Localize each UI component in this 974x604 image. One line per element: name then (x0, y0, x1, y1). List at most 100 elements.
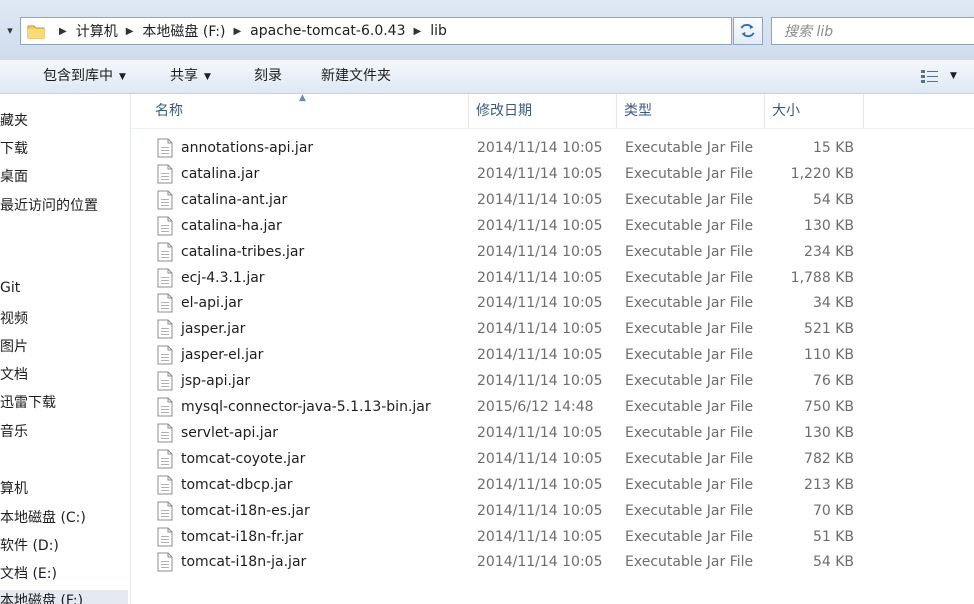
jar-file-icon (157, 475, 173, 495)
column-header-row: ▲ 名称 修改日期 类型 大小 (131, 94, 974, 129)
search-box[interactable] (771, 17, 974, 45)
jar-file-icon (157, 164, 173, 184)
recent-pages-chevron-icon[interactable]: ▾ (0, 20, 20, 42)
file-date-modified: 2014/11/14 10:05 (477, 243, 603, 260)
breadcrumb: ▶ 计算机 ▶ 本地磁盘 (F:) ▶ apache-tomcat-6.0.43… (51, 18, 447, 44)
file-name[interactable]: annotations-api.jar (181, 135, 313, 161)
nav-item-drive-e[interactable]: 文档 (E:) (0, 563, 57, 583)
file-date-modified: 2014/11/14 10:05 (477, 424, 603, 441)
file-name[interactable]: catalina.jar (181, 161, 259, 187)
new-folder-button[interactable]: 新建文件夹 (321, 60, 391, 93)
nav-item-git[interactable]: Git (0, 280, 20, 296)
table-row[interactable]: tomcat-coyote.jar 2014/11/14 10:05 Executa… (131, 446, 974, 472)
burn-button[interactable]: 刻录 (254, 60, 282, 93)
table-row[interactable]: tomcat-dbcp.jar 2014/11/14 10:05 Executabl… (131, 472, 974, 498)
view-options-chevron-icon[interactable]: ▼ (950, 60, 957, 93)
breadcrumb-drive-f[interactable]: 本地磁盘 (F:) (142, 21, 225, 41)
table-row[interactable]: el-api.jar 2014/11/14 10:05 Executable Jar… (131, 290, 974, 316)
file-size: 234 KB (804, 243, 854, 260)
jar-file-icon (157, 371, 173, 391)
table-row[interactable]: catalina-ant.jar 2014/11/14 10:05 Executab… (131, 187, 974, 213)
nav-item-computer[interactable]: 算机 (0, 478, 28, 498)
breadcrumb-separator-icon[interactable]: ▶ (414, 26, 422, 37)
refresh-button[interactable] (733, 17, 763, 45)
table-row[interactable]: catalina.jar 2014/11/14 10:05 Executable J… (131, 161, 974, 187)
nav-item-favorites[interactable]: 藏夹 (0, 110, 28, 130)
file-date-modified: 2014/11/14 10:05 (477, 502, 603, 519)
file-size: 76 KB (812, 373, 854, 390)
nav-item-videos[interactable]: 视频 (0, 308, 28, 328)
file-name[interactable]: tomcat-i18n-ja.jar (181, 549, 306, 575)
table-row[interactable]: tomcat-i18n-ja.jar 2014/11/14 10:05 Execut… (131, 549, 974, 575)
file-name[interactable]: tomcat-dbcp.jar (181, 472, 293, 498)
nav-item-music[interactable]: 音乐 (0, 421, 28, 441)
file-name[interactable]: ecj-4.3.1.jar (181, 265, 265, 291)
breadcrumb-lib[interactable]: lib (430, 23, 447, 39)
nav-item-desktop[interactable]: 桌面 (0, 166, 28, 186)
jar-file-icon (157, 345, 173, 365)
file-name[interactable]: catalina-ant.jar (181, 187, 287, 213)
breadcrumb-computer[interactable]: 计算机 (76, 21, 118, 41)
nav-item-thunder-downloads[interactable]: 迅雷下载 (0, 392, 56, 412)
file-name[interactable]: tomcat-coyote.jar (181, 446, 305, 472)
folder-icon (27, 25, 45, 39)
table-row[interactable]: jasper-el.jar 2014/11/14 10:05 Executable … (131, 342, 974, 368)
file-size: 130 KB (804, 217, 854, 234)
share-button[interactable]: 共享 ▼ (170, 60, 211, 93)
file-name[interactable]: tomcat-i18n-fr.jar (181, 524, 303, 550)
refresh-icon (740, 23, 755, 38)
breadcrumb-separator-icon[interactable]: ▶ (126, 26, 134, 37)
file-name[interactable]: jsp-api.jar (181, 368, 250, 394)
file-name[interactable]: mysql-connector-java-5.1.13-bin.jar (181, 394, 431, 420)
breadcrumb-separator-icon[interactable]: ▶ (233, 26, 241, 37)
nav-item-downloads[interactable]: 下载 (0, 138, 28, 158)
nav-item-documents[interactable]: 文档 (0, 364, 28, 384)
table-row[interactable]: jasper.jar 2014/11/14 10:05 Executable Jar… (131, 316, 974, 342)
table-row[interactable]: catalina-ha.jar 2014/11/14 10:05 Executabl… (131, 213, 974, 239)
breadcrumb-separator-icon[interactable]: ▶ (59, 26, 67, 37)
file-date-modified: 2014/11/14 10:05 (477, 347, 603, 364)
file-date-modified: 2014/11/14 10:05 (477, 217, 603, 234)
search-input[interactable] (782, 19, 946, 45)
file-name[interactable]: catalina-ha.jar (181, 213, 282, 239)
file-name[interactable]: servlet-api.jar (181, 420, 278, 446)
file-list-pane: ▲ 名称 修改日期 类型 大小 annotations-api.jar 2014/… (131, 94, 974, 604)
table-row[interactable]: mysql-connector-java-5.1.13-bin.jar 2015/… (131, 394, 974, 420)
address-box[interactable]: ▶ 计算机 ▶ 本地磁盘 (F:) ▶ apache-tomcat-6.0.43… (20, 17, 746, 45)
table-row[interactable]: annotations-api.jar 2014/11/14 10:05 Execu… (131, 135, 974, 161)
column-header-date-modified[interactable]: 修改日期 (469, 94, 617, 128)
jar-file-icon (157, 423, 173, 443)
file-name[interactable]: jasper.jar (181, 316, 245, 342)
file-date-modified: 2014/11/14 10:05 (477, 295, 603, 312)
file-name[interactable]: jasper-el.jar (181, 342, 263, 368)
nav-item-drive-c[interactable]: 本地磁盘 (C:) (0, 507, 86, 527)
jar-file-icon (157, 319, 173, 339)
jar-file-icon (157, 527, 173, 546)
jar-file-icon (157, 138, 173, 158)
table-row[interactable]: tomcat-i18n-fr.jar 2014/11/14 10:05 Execut… (131, 524, 974, 550)
include-in-library-button[interactable]: 包含到库中 ▼ (43, 60, 126, 93)
file-date-modified: 2014/11/14 10:05 (477, 140, 603, 156)
file-size: 54 KB (812, 554, 854, 571)
view-options-icon[interactable] (920, 68, 940, 84)
file-name[interactable]: tomcat-i18n-es.jar (181, 498, 310, 524)
column-header-type[interactable]: 类型 (617, 94, 765, 128)
file-size: 1,220 KB (790, 165, 854, 182)
nav-item-drive-d[interactable]: 软件 (D:) (0, 535, 59, 555)
table-row[interactable]: ecj-4.3.1.jar 2014/11/14 10:05 Executable … (131, 265, 974, 291)
table-row[interactable]: catalina-tribes.jar 2014/11/14 10:05 Execu… (131, 239, 974, 265)
column-header-name[interactable]: 名称 (148, 94, 469, 128)
file-size: 521 KB (804, 321, 854, 338)
table-row[interactable]: jsp-api.jar 2014/11/14 10:05 Executable Ja… (131, 368, 974, 394)
file-name[interactable]: catalina-tribes.jar (181, 239, 304, 265)
nav-item-drive-f[interactable]: 本地磁盘 (F:) (0, 590, 128, 604)
file-name[interactable]: el-api.jar (181, 290, 243, 316)
column-header-size[interactable]: 大小 (765, 94, 864, 128)
chevron-down-icon: ▼ (204, 72, 211, 82)
file-size: 15 KB (812, 140, 854, 156)
breadcrumb-tomcat[interactable]: apache-tomcat-6.0.43 (250, 23, 405, 39)
nav-item-recent-places[interactable]: 最近访问的位置 (0, 195, 98, 215)
table-row[interactable]: tomcat-i18n-es.jar 2014/11/14 10:05 Execut… (131, 498, 974, 524)
nav-item-pictures[interactable]: 图片 (0, 336, 28, 356)
table-row[interactable]: servlet-api.jar 2014/11/14 10:05 Executabl… (131, 420, 974, 446)
